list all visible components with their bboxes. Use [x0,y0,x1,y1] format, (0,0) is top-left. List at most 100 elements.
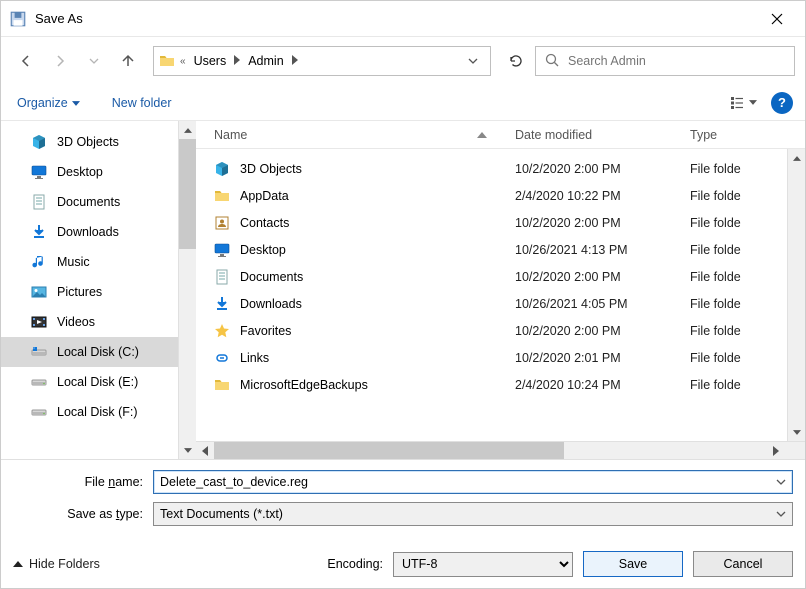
file-name: Contacts [240,216,289,230]
cube-3d-icon [214,161,230,177]
new-folder-label: New folder [112,96,172,110]
download-icon [214,296,230,312]
file-row[interactable]: Favorites10/2/2020 2:00 PMFile folde [196,317,787,344]
folder-icon [214,188,230,204]
breadcrumb-separator[interactable] [230,55,244,68]
sidebar-item[interactable]: Documents [1,187,178,217]
file-name: Desktop [240,243,286,257]
sidebar-item-label: Videos [57,315,95,329]
scroll-thumb[interactable] [788,167,805,397]
sidebar-item-label: Music [57,255,90,269]
scroll-up-icon[interactable] [179,121,196,139]
file-type: File folde [686,243,787,257]
breadcrumb-crumb-1[interactable]: Admin [244,54,287,68]
view-options-button[interactable] [729,95,757,111]
column-type[interactable]: Type [686,128,805,142]
sidebar-item[interactable]: 3D Objects [1,127,178,157]
scroll-thumb[interactable] [214,442,564,459]
filelist-scrollbar[interactable] [787,149,805,441]
file-name: Links [240,351,269,365]
sidebar-item[interactable]: Local Disk (E:) [1,367,178,397]
filelist-hscrollbar[interactable] [196,441,805,459]
toolbar: Organize New folder ? [1,85,805,121]
savetype-combo[interactable]: Text Documents (*.txt) [153,502,793,526]
caret-down-icon[interactable] [776,477,786,488]
savetype-value: Text Documents (*.txt) [160,507,283,521]
file-type: File folde [686,378,787,392]
sidebar-item-label: Local Disk (E:) [57,375,138,389]
up-button[interactable] [113,46,143,76]
sidebar-item-label: Documents [57,195,120,209]
savetype-label: Save as type: [13,507,153,521]
sidebar-item[interactable]: Pictures [1,277,178,307]
file-row[interactable]: Downloads10/26/2021 4:05 PMFile folde [196,290,787,317]
scroll-up-icon[interactable] [788,149,805,167]
organize-button[interactable]: Organize [13,92,84,114]
sidebar-item[interactable]: Music [1,247,178,277]
recent-locations-button[interactable] [79,46,109,76]
sidebar-item[interactable]: Local Disk (C:) [1,337,178,367]
drive-icon [31,404,47,420]
encoding-select[interactable]: UTF-8 [393,552,573,577]
file-row[interactable]: Desktop10/26/2021 4:13 PMFile folde [196,236,787,263]
scroll-down-icon[interactable] [179,441,196,459]
breadcrumb-root-chevron[interactable]: « [176,56,190,67]
breadcrumb-dropdown[interactable] [460,56,486,67]
column-name[interactable]: Name [196,128,511,142]
scroll-down-icon[interactable] [788,423,805,441]
save-button[interactable]: Save [583,551,683,577]
search-box[interactable] [535,46,795,76]
title-bar: Save As [1,1,805,37]
cancel-button[interactable]: Cancel [693,551,793,577]
filename-input[interactable] [160,475,776,489]
save-icon [9,10,27,28]
file-name: Downloads [240,297,302,311]
sidebar-scrollbar[interactable] [178,121,196,459]
breadcrumb-crumb-0[interactable]: Users [190,54,231,68]
new-folder-button[interactable]: New folder [108,92,176,114]
close-button[interactable] [757,1,797,37]
file-name: MicrosoftEdgeBackups [240,378,368,392]
video-icon [31,314,47,330]
sidebar-item[interactable]: Videos [1,307,178,337]
refresh-button[interactable] [501,46,531,76]
file-row[interactable]: 3D Objects10/2/2020 2:00 PMFile folde [196,155,787,182]
scroll-thumb[interactable] [179,139,196,249]
file-type: File folde [686,324,787,338]
file-row[interactable]: AppData2/4/2020 10:22 PMFile folde [196,182,787,209]
breadcrumb-separator[interactable] [288,55,302,68]
sidebar-item-label: Pictures [57,285,102,299]
sidebar-item[interactable]: Local Disk (F:) [1,397,178,427]
sidebar-item[interactable]: Downloads [1,217,178,247]
sidebar-item-label: Local Disk (F:) [57,405,138,419]
file-row[interactable]: MicrosoftEdgeBackups2/4/2020 10:24 PMFil… [196,371,787,398]
sort-caret-icon [477,130,487,140]
scroll-right-icon[interactable] [767,442,785,460]
sidebar-item-label: 3D Objects [57,135,119,149]
scroll-left-icon[interactable] [196,442,214,460]
cube-3d-icon [31,134,47,150]
file-row[interactable]: Contacts10/2/2020 2:00 PMFile folde [196,209,787,236]
file-name: 3D Objects [240,162,302,176]
sidebar-item-label: Local Disk (C:) [57,345,139,359]
file-type: File folde [686,216,787,230]
save-as-dialog: Save As « Users Admin Organize [0,0,806,589]
hide-folders-button[interactable]: Hide Folders [13,557,100,571]
forward-button[interactable] [45,46,75,76]
search-input[interactable] [568,54,786,68]
sidebar-item[interactable]: Desktop [1,157,178,187]
column-date[interactable]: Date modified [511,128,686,142]
links-icon [214,350,230,366]
save-form: File name: Save as type: Text Documents … [1,460,805,540]
help-button[interactable]: ? [771,92,793,114]
file-name: AppData [240,189,289,203]
filename-combo[interactable] [153,470,793,494]
file-row[interactable]: Documents10/2/2020 2:00 PMFile folde [196,263,787,290]
breadcrumb-bar[interactable]: « Users Admin [153,46,491,76]
column-headers: Name Date modified Type [196,121,805,149]
sidebar: 3D Objects Desktop Documents Downloads Music… [1,121,196,459]
contacts-icon [214,215,230,231]
back-button[interactable] [11,46,41,76]
file-row[interactable]: Links10/2/2020 2:01 PMFile folde [196,344,787,371]
caret-down-icon[interactable] [776,509,786,520]
